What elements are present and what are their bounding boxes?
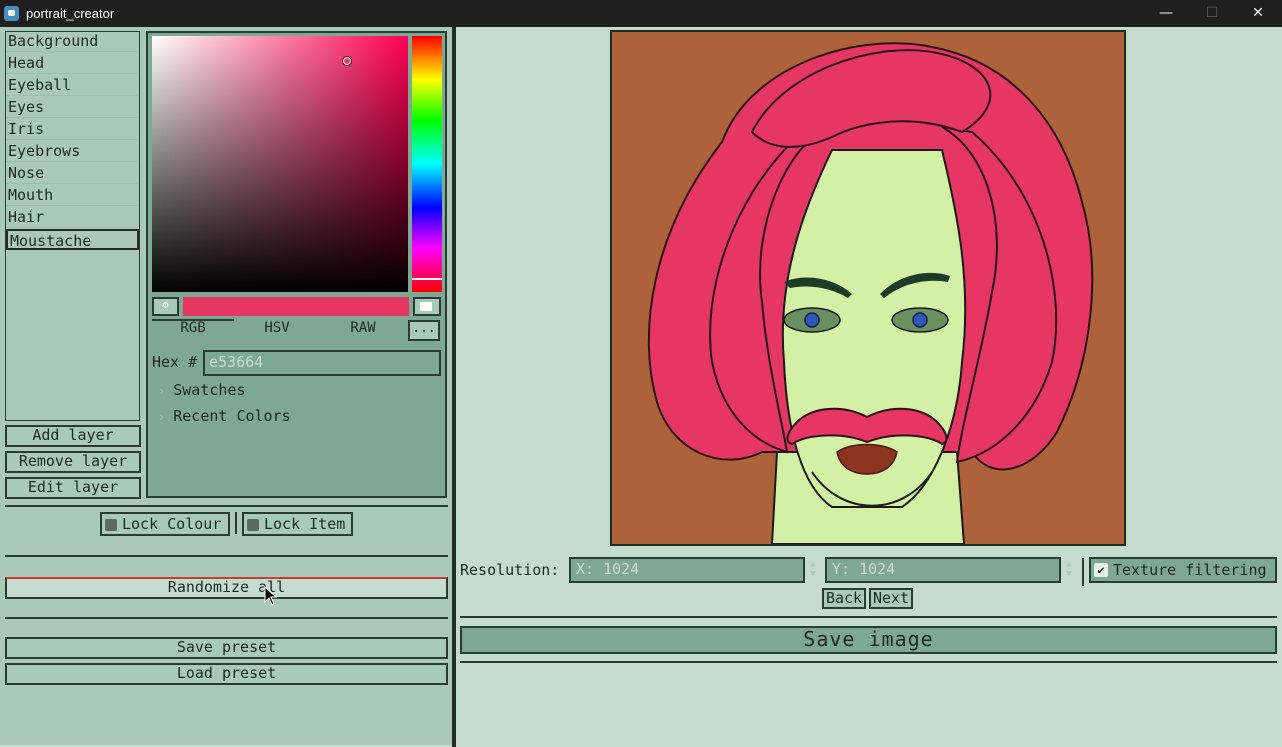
recent-colors-section[interactable]: › Recent Colors bbox=[158, 407, 291, 425]
layer-item-eyeball[interactable]: Eyeball bbox=[6, 75, 137, 96]
tab-hsv[interactable]: HSV bbox=[236, 320, 318, 340]
layer-item-mouth[interactable]: Mouth bbox=[6, 185, 137, 206]
title-bar: portrait_creator — ☐ ✕ bbox=[0, 0, 1282, 27]
save-image-button[interactable]: Save image bbox=[460, 626, 1277, 654]
randomize-all-button[interactable]: Randomize all bbox=[5, 577, 448, 599]
load-preset-button[interactable]: Load preset bbox=[5, 663, 448, 685]
swatches-label: Swatches bbox=[173, 381, 246, 399]
lock-colour-checkbox[interactable] bbox=[105, 519, 117, 531]
checkmark-icon[interactable]: ✔ bbox=[1094, 563, 1108, 577]
eyedropper-icon[interactable]: ⚙ bbox=[152, 297, 179, 316]
layer-item-eyes[interactable]: Eyes bbox=[6, 97, 137, 118]
resolution-label: Resolution: bbox=[460, 561, 560, 579]
edit-layer-button[interactable]: Edit layer bbox=[5, 477, 141, 499]
layer-item-moustache[interactable]: Moustache bbox=[6, 229, 139, 250]
recent-colors-label: Recent Colors bbox=[173, 407, 291, 425]
portrait-illustration bbox=[647, 42, 1094, 544]
separator bbox=[5, 555, 448, 557]
save-preset-button[interactable]: Save preset bbox=[5, 637, 448, 659]
texture-filtering-label: Texture filtering bbox=[1113, 561, 1267, 579]
back-button[interactable]: Back bbox=[822, 588, 866, 609]
separator bbox=[460, 661, 1277, 663]
separator bbox=[5, 505, 448, 507]
swatches-section[interactable]: › Swatches bbox=[158, 381, 245, 399]
separator bbox=[235, 512, 237, 534]
chevron-right-icon: › bbox=[158, 384, 166, 398]
separator bbox=[460, 616, 1277, 618]
window-title: portrait_creator bbox=[26, 6, 115, 21]
resolution-y-stepper[interactable]: ▲ ▼ bbox=[1063, 559, 1075, 583]
layer-item-eyebrows[interactable]: Eyebrows bbox=[6, 141, 137, 162]
lock-item-toggle[interactable]: Lock Item bbox=[242, 512, 353, 536]
resolution-x-input[interactable]: X: 1024 bbox=[569, 557, 805, 583]
maximize-icon[interactable]: ☐ bbox=[1189, 0, 1235, 27]
tab-rgb[interactable]: RGB bbox=[152, 320, 234, 340]
lock-colour-toggle[interactable]: Lock Colour bbox=[100, 512, 230, 536]
lock-item-label: Lock Item bbox=[264, 515, 346, 533]
color-cursor[interactable] bbox=[342, 56, 352, 66]
hue-marker[interactable] bbox=[412, 278, 442, 280]
lock-item-checkbox[interactable] bbox=[247, 519, 259, 531]
layer-item-background[interactable]: Background bbox=[6, 31, 137, 52]
separator bbox=[1082, 558, 1084, 586]
texture-filtering-toggle[interactable]: ✔ Texture filtering bbox=[1089, 557, 1277, 583]
layer-item-nose[interactable]: Nose bbox=[6, 163, 137, 184]
iris-left bbox=[804, 312, 820, 328]
sample-toggle-icon[interactable] bbox=[413, 297, 441, 316]
lock-colour-label: Lock Colour bbox=[122, 515, 222, 533]
tab-raw[interactable]: RAW bbox=[322, 320, 404, 340]
add-layer-button[interactable]: Add layer bbox=[5, 425, 141, 447]
color-preview bbox=[183, 297, 409, 316]
portrait-canvas bbox=[612, 32, 1124, 544]
mouse-cursor-icon bbox=[264, 586, 278, 606]
minimize-icon[interactable]: — bbox=[1143, 0, 1189, 27]
chevron-right-icon: › bbox=[158, 410, 166, 424]
saturation-value-square[interactable] bbox=[152, 36, 408, 292]
hex-input[interactable]: e53664 bbox=[203, 350, 441, 376]
layer-item-iris[interactable]: Iris bbox=[6, 119, 137, 140]
layer-item-hair[interactable]: Hair bbox=[6, 207, 137, 228]
app-icon bbox=[4, 6, 19, 21]
more-options-button[interactable]: ... bbox=[408, 320, 440, 341]
resolution-x-stepper[interactable]: ▲ ▼ bbox=[807, 559, 819, 583]
separator bbox=[5, 617, 448, 619]
close-icon[interactable]: ✕ bbox=[1235, 0, 1281, 27]
next-button[interactable]: Next bbox=[869, 588, 913, 609]
hue-slider[interactable] bbox=[412, 36, 442, 292]
iris-right bbox=[912, 312, 928, 328]
hex-label: Hex # bbox=[152, 353, 198, 371]
layer-item-head[interactable]: Head bbox=[6, 53, 137, 74]
remove-layer-button[interactable]: Remove layer bbox=[5, 451, 141, 473]
resolution-y-input[interactable]: Y: 1024 bbox=[825, 557, 1061, 583]
